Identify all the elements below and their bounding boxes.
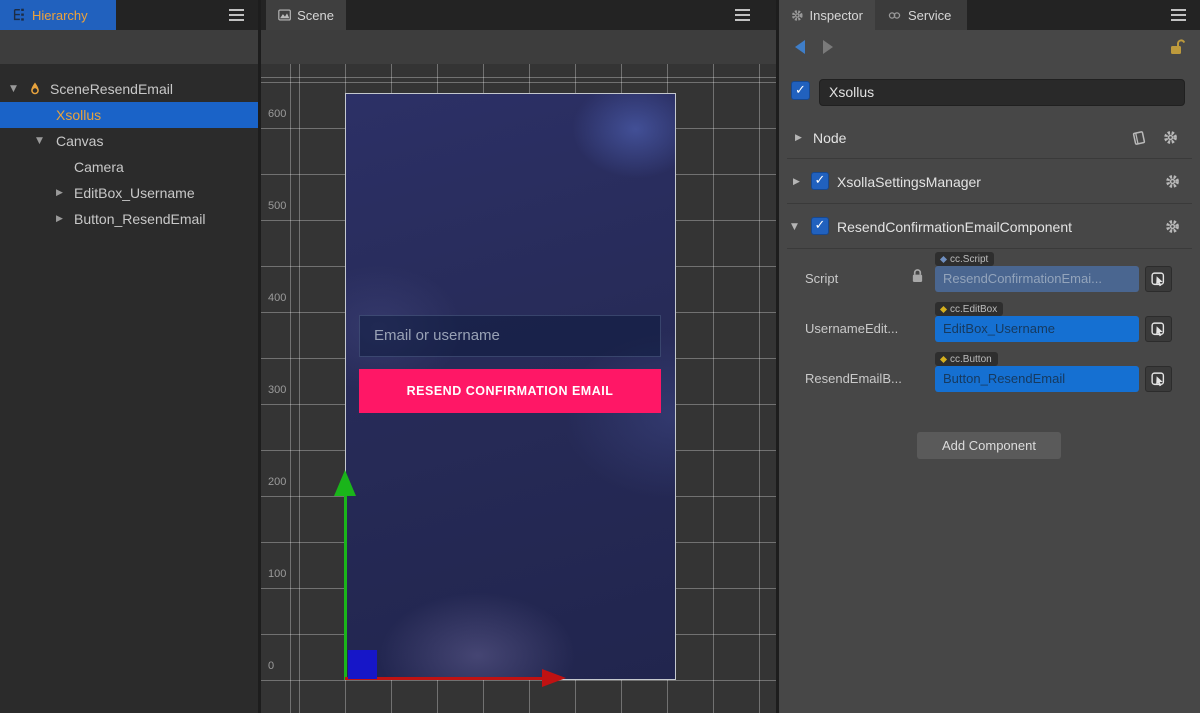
component1-label: XsollaSettingsManager	[837, 174, 981, 190]
lock-open-icon[interactable]	[1169, 38, 1185, 56]
component2-label: ResendConfirmationEmailComponent	[837, 219, 1072, 235]
cursor-picker-icon	[1151, 322, 1166, 337]
service-tab-link-icon	[887, 9, 902, 22]
prop-script-label: Script	[805, 271, 913, 286]
type-dot-icon	[940, 255, 947, 262]
ruler-label-400: 400	[268, 292, 298, 306]
tree-label-scene: SceneResendEmail	[50, 81, 173, 97]
scene-panel: Scene Default De... ▼ ▾ ▾ 600 50	[261, 0, 776, 713]
inspector-panel: Inspector Service ✓ Xsollus ▶ Node ▶ ✓ X…	[779, 0, 1200, 713]
expand-arrow-icon[interactable]: ▶	[795, 133, 802, 143]
scene-viewport[interactable]: 600 500 400 300 200 100 0 Email or usern…	[261, 64, 776, 713]
node-name-field[interactable]: Xsollus	[819, 79, 1185, 106]
inspector-tab-gear-icon	[791, 9, 804, 22]
prop-username-picker-button[interactable]	[1145, 316, 1172, 342]
tree-row-xsollus-selected[interactable]: Xsollus	[0, 102, 258, 128]
collapse-arrow-icon[interactable]: ▼	[791, 222, 798, 232]
node-section-header[interactable]: ▶ Node	[779, 124, 1200, 154]
hierarchy-tabbar: Hierarchy	[0, 0, 258, 30]
hierarchy-panel: Hierarchy + ▾ ▼ SceneResendEmail Xsollus…	[0, 0, 258, 713]
hierarchy-toolbar: + ▾	[0, 30, 258, 64]
expand-arrow-icon[interactable]: ▶	[56, 214, 63, 224]
tree-label-xsollus: Xsollus	[56, 107, 101, 123]
inspector-tabbar: Inspector Service	[779, 0, 1200, 30]
type-dot-icon	[940, 305, 947, 312]
node-section-label: Node	[813, 130, 846, 146]
component-gear-icon[interactable]	[1165, 219, 1180, 234]
scene-resend-email-button[interactable]: RESEND CONFIRMATION EMAIL	[359, 369, 661, 413]
cocos-creator-editor: Hierarchy + ▾ ▼ SceneResendEmail Xsollus…	[0, 0, 1200, 713]
lock-closed-icon	[911, 268, 924, 283]
cursor-picker-icon	[1151, 372, 1166, 387]
expand-arrow-icon[interactable]: ▶	[56, 188, 63, 198]
prop-resend-value[interactable]: Button_ResendEmail	[935, 366, 1139, 392]
tab-scene[interactable]: Scene	[266, 0, 346, 30]
section-divider	[787, 248, 1192, 249]
section-divider	[787, 158, 1192, 159]
tree-label-editbox: EditBox_Username	[74, 185, 195, 201]
hierarchy-tree: ▼ SceneResendEmail Xsollus ▼ Canvas Came…	[0, 64, 258, 713]
ruler-label-300: 300	[268, 384, 298, 398]
scene-asset-icon	[28, 81, 42, 97]
inspector-menu-icon[interactable]	[1171, 14, 1186, 16]
cursor-picker-icon	[1151, 272, 1166, 287]
tree-row-button[interactable]: ▶ Button_ResendEmail	[0, 206, 258, 232]
prop-resend-picker-button[interactable]	[1145, 366, 1172, 392]
expand-arrow-icon[interactable]: ▶	[793, 177, 800, 187]
component-gear-icon[interactable]	[1165, 174, 1180, 189]
tab-service[interactable]: Service	[875, 0, 967, 30]
collapse-arrow-icon[interactable]: ▼	[10, 84, 17, 94]
history-forward-button[interactable]	[823, 40, 833, 54]
prop-script-picker-button[interactable]	[1145, 266, 1172, 292]
tree-row-scene[interactable]: ▼ SceneResendEmail	[0, 76, 258, 102]
ruler-label-600: 600	[268, 108, 298, 122]
tab-inspector[interactable]: Inspector	[779, 0, 875, 30]
scene-email-editbox[interactable]: Email or username	[359, 315, 661, 357]
section-divider	[787, 203, 1192, 204]
tree-label-canvas: Canvas	[56, 133, 103, 149]
gizmo-y-axis-arrowhead[interactable]	[334, 470, 356, 496]
tree-row-editbox[interactable]: ▶ EditBox_Username	[0, 180, 258, 206]
scene-tab-icon	[278, 8, 291, 22]
tab-hierarchy[interactable]: Hierarchy	[0, 0, 116, 30]
tree-label-camera: Camera	[74, 159, 124, 175]
node-docs-book-icon[interactable]	[1131, 130, 1147, 146]
hierarchy-menu-icon[interactable]	[229, 14, 244, 16]
tree-row-camera[interactable]: Camera	[0, 154, 258, 180]
scene-menu-icon[interactable]	[735, 14, 750, 16]
history-back-button[interactable]	[795, 40, 805, 54]
game-canvas-preview[interactable]: Email or username RESEND CONFIRMATION EM…	[345, 93, 676, 680]
tab-scene-label: Scene	[297, 8, 334, 23]
node-settings-gear-icon[interactable]	[1163, 130, 1178, 145]
gizmo-y-axis[interactable]	[344, 496, 347, 680]
add-component-button[interactable]: Add Component	[917, 432, 1061, 459]
tab-service-label: Service	[908, 8, 951, 23]
prop-username-value[interactable]: EditBox_Username	[935, 316, 1139, 342]
tree-label-button: Button_ResendEmail	[74, 211, 206, 227]
component-settings-manager-header[interactable]: ▶ ✓ XsollaSettingsManager	[779, 168, 1200, 198]
tree-row-canvas[interactable]: ▼ Canvas	[0, 128, 258, 154]
ruler-label-200: 200	[268, 476, 298, 490]
ruler-label-100: 100	[268, 568, 298, 582]
scene-toolbar: Default De... ▼ ▾ ▾	[261, 30, 776, 64]
ruler-label-500: 500	[268, 200, 298, 214]
prop-script-type-badge: cc.Script	[935, 252, 994, 266]
prop-script-value[interactable]: ResendConfirmationEmai...	[935, 266, 1139, 292]
component-enabled-checkbox[interactable]: ✓	[811, 172, 829, 190]
tab-inspector-label: Inspector	[810, 8, 863, 23]
prop-username-label: UsernameEdit...	[805, 321, 913, 336]
component-resend-email-header[interactable]: ▼ ✓ ResendConfirmationEmailComponent	[779, 213, 1200, 243]
prop-resend-label: ResendEmailB...	[805, 371, 913, 386]
gizmo-origin-handle[interactable]	[348, 650, 377, 679]
scene-tabbar: Scene	[261, 0, 776, 30]
prop-resend-type-badge: cc.Button	[935, 352, 998, 366]
collapse-arrow-icon[interactable]: ▼	[36, 136, 43, 146]
node-active-checkbox[interactable]: ✓	[791, 81, 810, 100]
gizmo-x-axis-arrowhead[interactable]	[542, 669, 566, 687]
type-dot-icon	[940, 355, 947, 362]
ruler-label-0: 0	[268, 660, 298, 674]
tab-hierarchy-label: Hierarchy	[32, 8, 88, 23]
prop-username-type-badge: cc.EditBox	[935, 302, 1003, 316]
component-enabled-checkbox[interactable]: ✓	[811, 217, 829, 235]
